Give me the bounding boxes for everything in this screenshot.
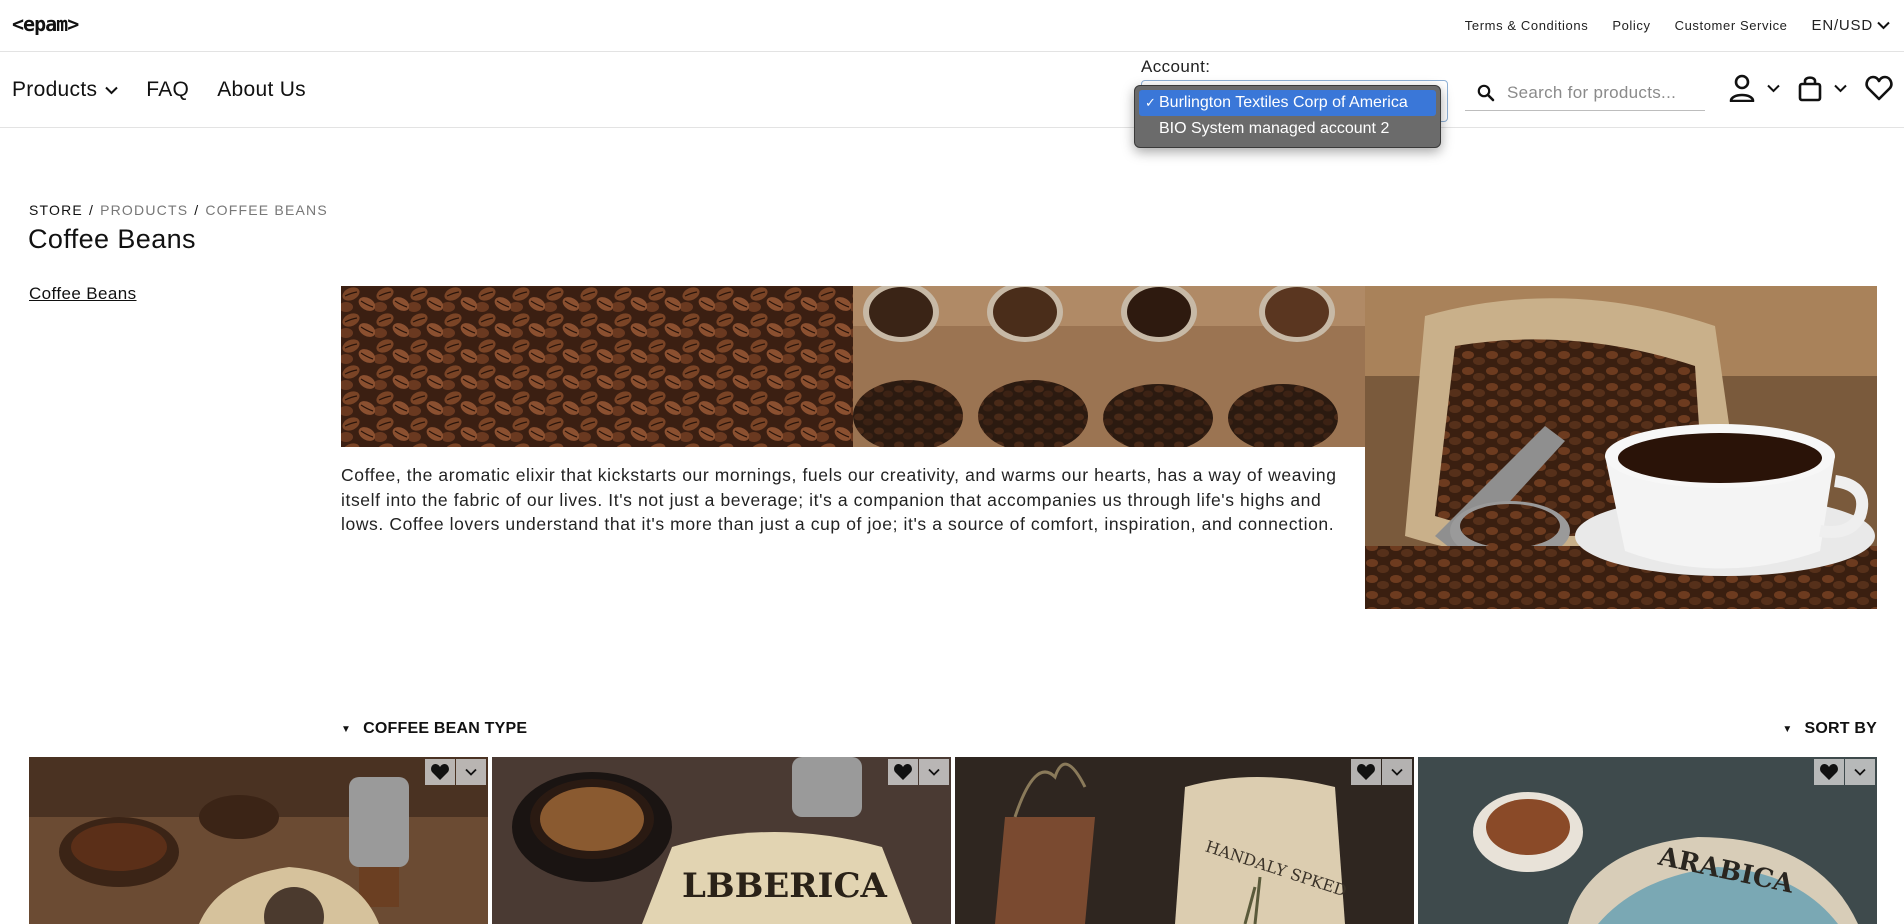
terms-link[interactable]: Terms & Conditions [1465, 18, 1589, 33]
search-input[interactable] [1507, 83, 1697, 103]
filter-coffee-bean-type[interactable]: ▼ COFFEE BEAN TYPE [341, 720, 527, 738]
search-box [1465, 76, 1705, 111]
chevron-down-icon[interactable] [1382, 759, 1412, 785]
breadcrumb-products[interactable]: PRODUCTS [100, 202, 188, 218]
card-tools [1351, 759, 1412, 785]
product-card[interactable]: LBBERICA [492, 757, 951, 924]
account-option-bio-system[interactable]: BIO System managed account 2 [1139, 116, 1436, 142]
user-icon [1729, 74, 1755, 102]
breadcrumb: STORE / PRODUCTS / COFFEE BEANS [29, 202, 328, 218]
policy-link[interactable]: Policy [1612, 18, 1650, 33]
wishlist-heart-icon[interactable] [1814, 759, 1844, 785]
card-tools [1814, 759, 1875, 785]
account-option-label: Burlington Textiles Corp of America [1159, 94, 1408, 111]
chevron-down-icon [1767, 84, 1780, 92]
product-grid: LBBERICA HANDALY SPKED ARABICA [29, 757, 1877, 924]
hero-image-coffee-cup [1365, 286, 1877, 609]
breadcrumb-store[interactable]: STORE [29, 202, 83, 218]
breadcrumb-separator: / [194, 202, 200, 218]
product-card[interactable] [29, 757, 488, 924]
chevron-down-icon [105, 86, 118, 94]
filter-label: COFFEE BEAN TYPE [363, 720, 528, 737]
nav-faq[interactable]: FAQ [146, 78, 189, 102]
heart-icon[interactable] [1865, 75, 1893, 101]
product-card[interactable]: ARABICA [1418, 757, 1877, 924]
header-icons [1729, 74, 1893, 102]
sort-label: SORT BY [1804, 720, 1877, 737]
wishlist-heart-icon[interactable] [888, 759, 918, 785]
chevron-down-icon [1834, 84, 1847, 92]
triangle-down-icon: ▼ [341, 723, 352, 735]
epam-logo[interactable]: <epam> [12, 12, 79, 36]
account-option-label: BIO System managed account 2 [1159, 120, 1390, 137]
top-bar: <epam> Terms & Conditions Policy Custome… [0, 0, 1904, 52]
breadcrumb-coffee-beans: COFFEE BEANS [205, 202, 328, 218]
hero-image-coffee-beans [341, 286, 853, 447]
svg-text:LBBERICA: LBBERICA [682, 866, 888, 906]
cart-menu[interactable] [1798, 75, 1847, 102]
card-tools [888, 759, 949, 785]
chevron-down-icon[interactable] [456, 759, 486, 785]
wishlist-heart-icon[interactable] [425, 759, 455, 785]
account-option-burlington[interactable]: ✓ Burlington Textiles Corp of America [1139, 90, 1436, 116]
product-card[interactable]: HANDALY SPKED [955, 757, 1414, 924]
card-tools [425, 759, 486, 785]
chevron-down-icon[interactable] [1845, 759, 1875, 785]
hero-image-ground-coffee [853, 286, 1365, 447]
account-dropdown: ✓ Burlington Textiles Corp of America BI… [1134, 85, 1441, 148]
sort-by-toggle[interactable]: ▼ SORT BY [1782, 720, 1877, 738]
chevron-down-icon [1877, 21, 1890, 30]
search-icon[interactable] [1477, 84, 1495, 102]
shopping-bag-icon [1798, 75, 1822, 101]
sidebar-category-link[interactable]: Coffee Beans [29, 284, 137, 304]
account-menu[interactable] [1729, 74, 1780, 102]
triangle-down-icon: ▼ [1782, 723, 1793, 735]
page-title: Coffee Beans [28, 224, 196, 254]
top-links: Terms & Conditions Policy Customer Servi… [1465, 17, 1890, 34]
locale-label: EN/USD [1811, 17, 1873, 34]
chevron-down-icon[interactable] [919, 759, 949, 785]
account-label: Account: [1141, 57, 1211, 76]
customer-service-link[interactable]: Customer Service [1675, 18, 1788, 33]
checkmark-icon: ✓ [1145, 95, 1156, 110]
category-description: Coffee, the aromatic elixir that kicksta… [341, 465, 1337, 534]
filter-bar: ▼ COFFEE BEAN TYPE ▼ SORT BY [341, 720, 1877, 746]
nav-about-us[interactable]: About Us [217, 78, 306, 102]
locale-selector[interactable]: EN/USD [1812, 17, 1890, 34]
nav-products[interactable]: Products [12, 78, 118, 102]
wishlist-heart-icon[interactable] [1351, 759, 1381, 785]
nav-products-label: Products [12, 78, 98, 101]
breadcrumb-separator: / [88, 202, 95, 218]
